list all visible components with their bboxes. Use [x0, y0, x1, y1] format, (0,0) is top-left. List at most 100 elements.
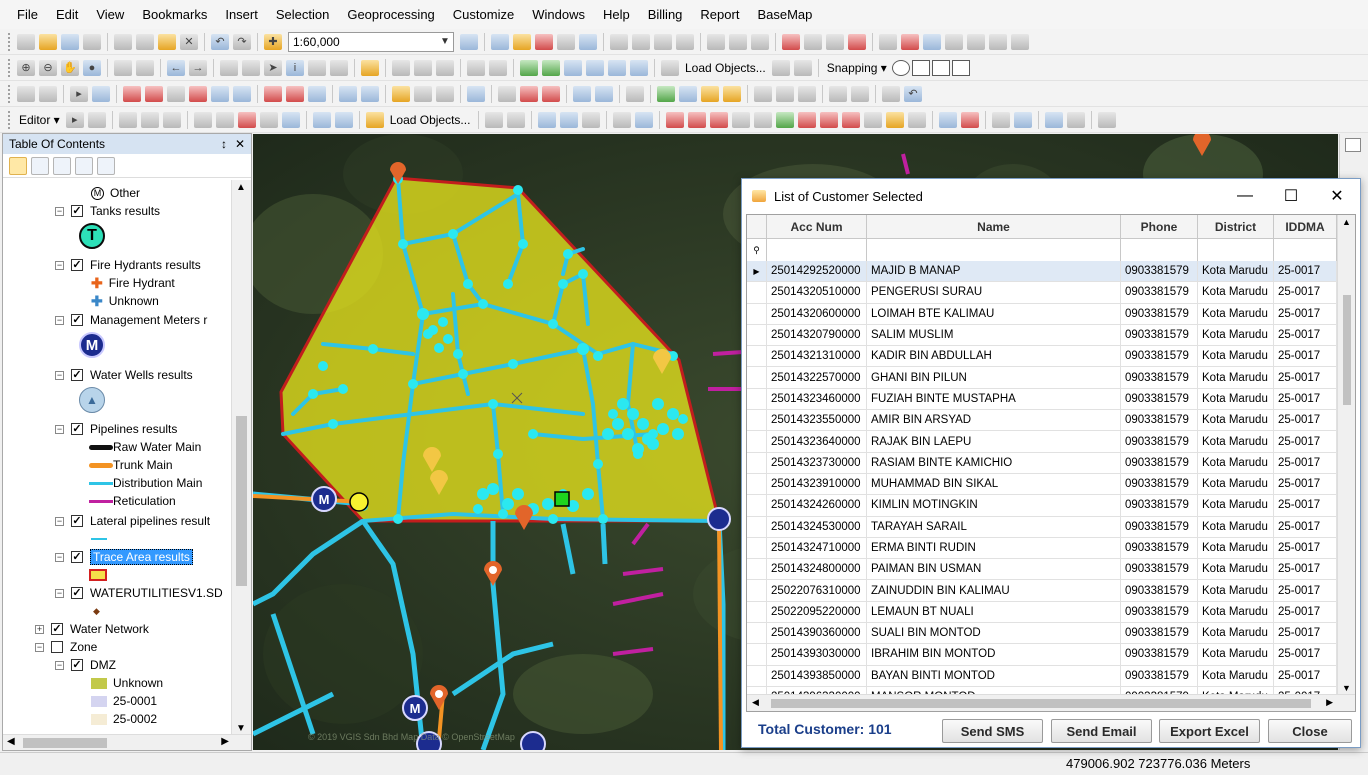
collapse-icon[interactable]: −	[55, 424, 64, 434]
table-cell[interactable]: 25014321310000	[767, 346, 867, 367]
scrollbar-thumb[interactable]	[1343, 295, 1351, 405]
chevron-left-icon[interactable]: ◀	[752, 697, 759, 708]
find-route-icon[interactable]	[414, 59, 432, 76]
layer-visibility-checkbox[interactable]: ✓	[51, 623, 63, 635]
table-cell[interactable]: 25014323460000	[767, 388, 867, 410]
layer-management-meters-results[interactable]: − ✓ Management Meters r	[55, 311, 207, 329]
tool-icon[interactable]	[365, 111, 384, 128]
time-slider-icon[interactable]	[467, 59, 485, 76]
tool-icon[interactable]	[842, 111, 861, 128]
tool-icon[interactable]	[140, 111, 159, 128]
tool-icon[interactable]	[771, 59, 790, 76]
tool-icon[interactable]	[1098, 111, 1117, 128]
table-cell[interactable]: TARAYAH SARAIL	[867, 516, 1121, 537]
send-sms-button[interactable]: Send SMS	[942, 719, 1043, 743]
table-cell[interactable]: 25014324260000	[767, 495, 867, 516]
chevron-right-icon[interactable]: ▶	[221, 736, 229, 747]
expand-icon[interactable]: +	[35, 624, 44, 634]
load-objects-icon[interactable]	[661, 59, 679, 76]
table-cell[interactable]: Kota Marudu	[1198, 601, 1274, 623]
table-cell[interactable]: LEMAUN BT NUALI	[867, 601, 1121, 623]
zoom-in-icon[interactable]: ⊕	[17, 59, 35, 76]
send-email-button[interactable]: Send Email	[1051, 719, 1152, 743]
filter-cell[interactable]	[1121, 239, 1198, 261]
table-cell[interactable]: 25014323550000	[767, 410, 867, 431]
minimize-icon[interactable]: —	[1222, 179, 1268, 213]
table-cell[interactable]: 25-0017	[1274, 495, 1337, 516]
layer-visibility-checkbox[interactable]	[51, 641, 63, 653]
table-cell[interactable]: 25-0017	[1274, 516, 1337, 537]
table-cell[interactable]: 25014324710000	[767, 537, 867, 559]
table-cell[interactable]: 25014320600000	[767, 303, 867, 324]
table-row[interactable]: 25022095220000 LEMAUN BT NUALI 0903381579 K…	[747, 601, 1337, 624]
menu-edit[interactable]: Edit	[47, 0, 87, 30]
row-indicator[interactable]	[747, 623, 767, 644]
table-cell[interactable]: Kota Marudu	[1198, 644, 1274, 665]
table-cell[interactable]: 0903381579	[1121, 388, 1198, 410]
table-row[interactable]: 25014320600000 LOIMAH BTE KALIMAU 09033815…	[747, 303, 1337, 325]
html-popup-icon[interactable]	[330, 59, 348, 76]
row-indicator[interactable]	[747, 324, 767, 346]
table-cell[interactable]: 25014322570000	[767, 367, 867, 388]
snap-tool-icon[interactable]	[804, 33, 822, 50]
table-cell[interactable]: 0903381579	[1121, 452, 1198, 473]
tool-icon[interactable]	[754, 85, 772, 102]
table-cell[interactable]: Kota Marudu	[1198, 623, 1274, 644]
layer-lateral-pipelines-results[interactable]: − ✓ Lateral pipelines result	[55, 512, 210, 530]
table-row[interactable]: 25014321310000 KADIR BIN ABDULLAH 09033815…	[747, 346, 1337, 368]
table-cell[interactable]: 25-0017	[1274, 261, 1337, 282]
table-cell[interactable]: Kota Marudu	[1198, 537, 1274, 559]
tool-icon[interactable]	[281, 111, 300, 128]
sketch-tool-icon[interactable]	[848, 33, 866, 50]
maximize-icon[interactable]: ☐	[1268, 179, 1314, 213]
row-indicator[interactable]	[747, 303, 767, 324]
table-cell[interactable]: Kota Marudu	[1198, 410, 1274, 431]
zoom-icon[interactable]	[679, 85, 697, 102]
table-cell[interactable]: 25014320510000	[767, 282, 867, 303]
row-indicator[interactable]	[747, 580, 767, 601]
table-cell[interactable]: 25-0017	[1274, 601, 1337, 623]
layout-tool-icon[interactable]	[751, 33, 769, 50]
toc-vertical-scrollbar[interactable]: ▲ ▼	[231, 180, 251, 736]
select-features-icon[interactable]	[220, 59, 238, 76]
layer-visibility-checkbox[interactable]: ✓	[71, 515, 83, 527]
collapse-icon[interactable]: −	[55, 260, 64, 270]
table-cell[interactable]: 0903381579	[1121, 559, 1198, 580]
edit-annotation-icon[interactable]	[87, 111, 106, 128]
delete-icon[interactable]: ✕	[180, 33, 198, 50]
table-row[interactable]: 25014324260000 KIMLIN MOTINGKIN 0903381579…	[747, 495, 1337, 517]
filter-cell[interactable]	[1198, 239, 1274, 261]
scrollbar-thumb[interactable]	[771, 699, 1311, 708]
tool-icon[interactable]	[657, 85, 675, 102]
load-objects-button[interactable]: Load Objects...	[681, 61, 770, 75]
table-cell[interactable]: 25-0017	[1274, 537, 1337, 559]
tool-icon[interactable]	[286, 85, 304, 102]
table-cell[interactable]: 25014292520000	[767, 261, 867, 282]
tool-icon[interactable]	[1067, 111, 1086, 128]
table-cell[interactable]: SALIM MUSLIM	[867, 324, 1121, 346]
toolbar-grip[interactable]	[8, 84, 11, 103]
tool-icon[interactable]	[723, 85, 741, 102]
table-cell[interactable]: 25-0017	[1274, 431, 1337, 452]
table-cell[interactable]: GHANI BIN PILUN	[867, 367, 1121, 388]
menu-help[interactable]: Help	[594, 0, 639, 30]
tool-icon[interactable]	[613, 111, 632, 128]
row-indicator[interactable]	[747, 367, 767, 388]
topology-icon[interactable]	[17, 85, 35, 102]
table-cell[interactable]: Kota Marudu	[1198, 559, 1274, 580]
table-cell[interactable]: PENGERUSI SURAU	[867, 282, 1121, 303]
list-by-drawing-order-tab[interactable]	[9, 156, 27, 175]
options-tab[interactable]	[97, 156, 115, 175]
tool-icon[interactable]	[92, 85, 110, 102]
paste-icon[interactable]	[158, 33, 176, 50]
tool-icon[interactable]	[939, 111, 958, 128]
go-to-xy-icon[interactable]	[436, 59, 454, 76]
tool-icon[interactable]	[989, 33, 1007, 50]
table-cell[interactable]: KADIR BIN ABDULLAH	[867, 346, 1121, 367]
grid-vertical-scrollbar[interactable]: ▲ ▼	[1337, 215, 1355, 695]
layer-visibility-checkbox[interactable]: ✓	[71, 314, 83, 326]
table-row[interactable]: 25014323460000 FUZIAH BINTE MUSTAPHA 09033…	[747, 388, 1337, 411]
new-document-icon[interactable]	[17, 33, 35, 50]
edit-tool-icon[interactable]: ▸	[65, 111, 84, 128]
table-cell[interactable]: Kota Marudu	[1198, 346, 1274, 367]
